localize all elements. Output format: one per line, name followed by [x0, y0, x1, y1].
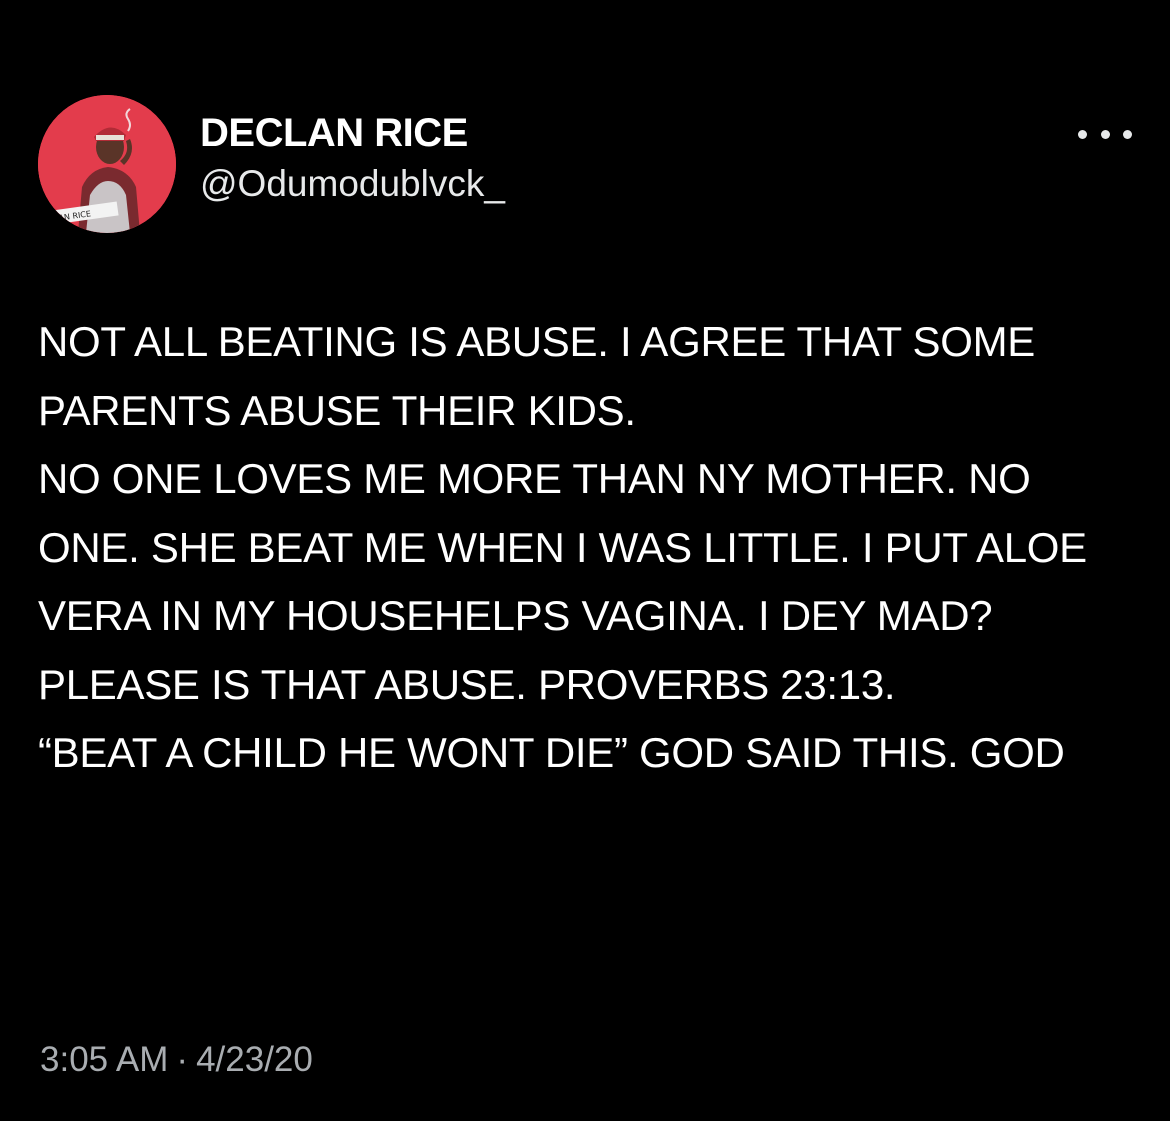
- tweet-date: 4/23/20: [196, 1040, 313, 1079]
- display-name[interactable]: DECLAN RICE: [200, 109, 505, 157]
- tweet-time: 3:05 AM: [40, 1040, 169, 1079]
- more-dot: [1078, 129, 1087, 139]
- more-options-icon[interactable]: [1078, 119, 1132, 149]
- user-info: DECLAN RICE @Odumodublvck_: [200, 109, 505, 207]
- user-handle[interactable]: @Odumodublvck_: [200, 161, 505, 207]
- timestamp-separator: ·: [176, 1040, 189, 1079]
- tweet-card: CLAN RICE DECLAN RICE @Odumodublvck_ NOT…: [0, 0, 1170, 1121]
- tweet-header: CLAN RICE DECLAN RICE @Odumodublvck_: [38, 95, 1138, 235]
- tweet-timestamp[interactable]: 3:05 AM · 4/23/20: [40, 1040, 313, 1080]
- more-dot: [1100, 129, 1110, 139]
- avatar[interactable]: CLAN RICE: [38, 95, 176, 233]
- tweet-text: NOT ALL BEATING IS ABUSE. I AGREE THAT S…: [38, 318, 1087, 776]
- avatar-image: CLAN RICE: [38, 95, 176, 233]
- more-dot: [1123, 129, 1132, 139]
